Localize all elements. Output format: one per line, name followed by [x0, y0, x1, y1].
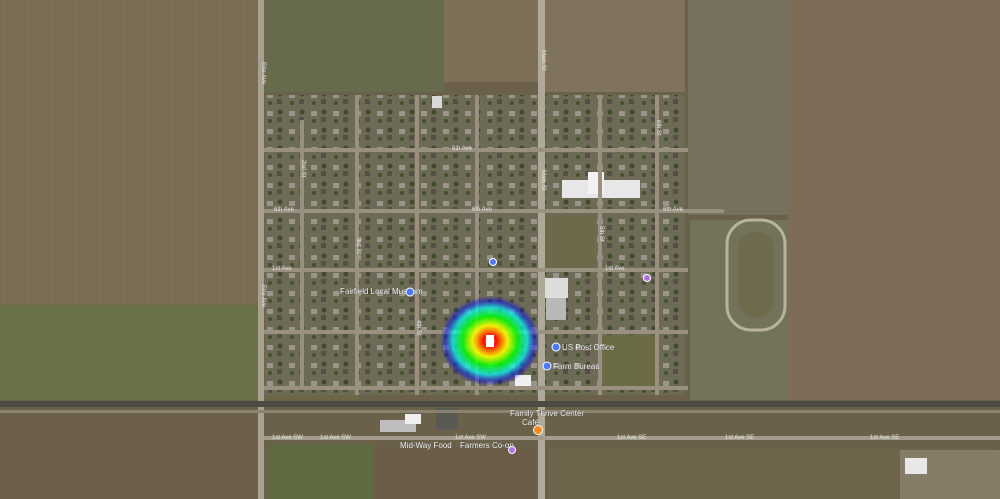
purple-marker-icon[interactable]: [643, 274, 651, 282]
street-label-1st-ave-right: 1st Ave: [605, 266, 625, 272]
post-office-marker-icon[interactable]: [551, 342, 561, 352]
poi-label-store-left: Mid-Way Food: [400, 441, 452, 450]
street-label-6th-ave-right: 6th Ave: [663, 207, 684, 213]
satellite-map[interactable]: Erie Ave Erie Ave Main St Main St 2nd St…: [0, 0, 1000, 499]
poi-label-family-center: Family Thrive Center: [510, 409, 584, 418]
store-marker-icon[interactable]: [508, 446, 516, 454]
street-label-6th-ave-left: 6th Ave: [274, 207, 295, 213]
blue-marker-icon[interactable]: [489, 258, 497, 266]
heatmap-center-building: [486, 335, 494, 347]
street-label-6th-ave-mid: 6th Ave: [472, 207, 493, 213]
street-label-1st-ave-sw-b: 1st Ave SW: [320, 435, 351, 441]
street-label-1st-ave-se-b: 1st Ave SE: [725, 435, 754, 441]
street-label-8th-ave: 8th Ave: [452, 146, 473, 152]
map-canvas[interactable]: Erie Ave Erie Ave Main St Main St 2nd St…: [0, 0, 1000, 499]
street-label-6th-st: 6th St: [655, 120, 661, 136]
poi-label-store-right: Farmers Co-op: [460, 441, 514, 450]
street-label-erie-ave-mid: Erie Ave: [260, 285, 266, 308]
cafe-marker-icon[interactable]: [533, 425, 543, 435]
street-label-main-st-top: Main St: [540, 50, 546, 71]
street-label-1st-ave-se-c: 1st Ave SE: [870, 435, 899, 441]
street-label-5th-st: 5th St: [598, 226, 604, 242]
street-label-4th-st: 4th St: [415, 320, 421, 336]
museum-marker-icon[interactable]: [405, 287, 415, 297]
street-label-1st-ave-se-a: 1st Ave SE: [617, 435, 646, 441]
street-label-1st-ave-sw-a: 1st Ave SW: [272, 435, 303, 441]
farm-bureau-marker-icon[interactable]: [542, 361, 552, 371]
street-label-1st-ave-left: 1st Ave: [272, 266, 292, 272]
street-label-main-st-mid: Main St: [540, 170, 546, 191]
poi-label-post-office: US Post Office: [562, 343, 615, 352]
street-label-erie-ave-top: Erie Ave: [260, 62, 266, 85]
street-label-3rd-st: 3rd St: [355, 238, 361, 254]
poi-label-farm-bureau: Farm Bureau: [553, 362, 600, 371]
street-label-2nd-st: 2nd St: [300, 160, 306, 178]
